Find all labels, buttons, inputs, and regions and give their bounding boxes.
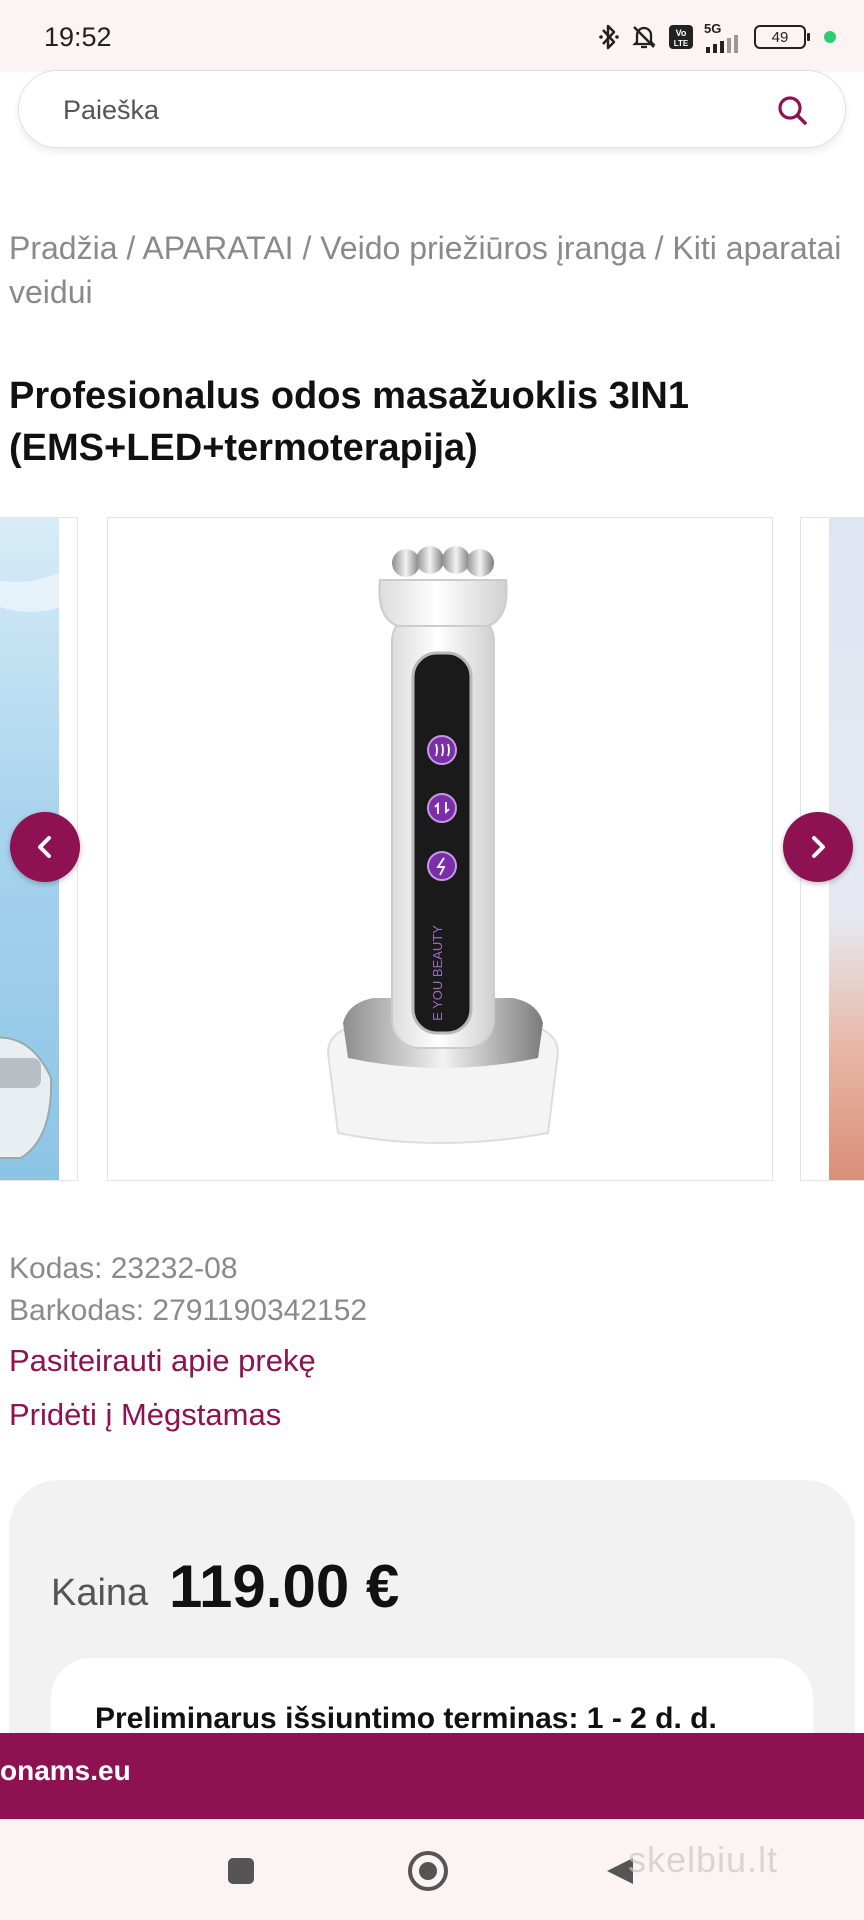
product-image: E YOU BEAUTY	[326, 546, 560, 1144]
search-icon[interactable]	[775, 93, 809, 127]
home-button[interactable]	[406, 1849, 450, 1893]
product-barcode: Barkodas: 2791190342152	[9, 1294, 368, 1327]
status-bar: 19:52 Vo LTE 5G 49	[0, 0, 864, 72]
search-bar[interactable]	[18, 70, 846, 148]
bluetooth-icon	[599, 24, 619, 50]
recents-icon	[228, 1858, 254, 1884]
product-gallery: E YOU BEAUTY	[0, 515, 864, 1183]
battery-icon: 49	[754, 25, 810, 49]
breadcrumb: Pradžia / APARATAI / Veido priežiūros įr…	[9, 226, 849, 314]
search-input[interactable]	[63, 93, 743, 127]
breadcrumb-aparatai[interactable]: APARATAI	[142, 230, 293, 266]
svg-text:Vo: Vo	[676, 28, 687, 38]
price-label: Kaina	[51, 1572, 149, 1614]
price-value: 119.00 €	[169, 1553, 400, 1620]
product-brand-text: E YOU BEAUTY	[430, 925, 445, 1021]
battery-level: 49	[771, 28, 789, 46]
carousel-prev-button[interactable]	[10, 812, 80, 882]
signal-icon: 5G	[704, 22, 744, 53]
product-meta: Kodas: 23232-08 Barkodas: 2791190342152	[9, 1248, 367, 1332]
breadcrumb-separator: /	[293, 230, 321, 266]
watermark: skelbiu.lt	[628, 1839, 779, 1880]
recents-button[interactable]	[219, 1849, 263, 1893]
status-icons: Vo LTE 5G 49	[598, 22, 836, 53]
breadcrumb-face-care[interactable]: Veido priežiūros įranga	[320, 230, 646, 266]
bottom-banner[interactable]: onams.eu	[0, 1733, 864, 1819]
green-dot	[824, 31, 836, 43]
breadcrumb-home[interactable]: Pradžia	[9, 230, 118, 266]
navigation-bar: skelbiu.lt	[0, 1819, 864, 1920]
product-code: Kodas: 23232-08	[9, 1252, 238, 1285]
shipping-term: Preliminarus išsiuntimo terminas: 1 - 2 …	[95, 1702, 717, 1735]
bell-off-icon	[632, 26, 656, 49]
add-to-favorites-link[interactable]: Pridėti į Mėgstamas	[9, 1397, 281, 1433]
carousel-next-button[interactable]	[783, 812, 853, 882]
breadcrumb-separator: /	[117, 230, 143, 266]
inquire-link[interactable]: Pasiteirauti apie prekę	[9, 1343, 316, 1379]
network-label: 5G	[704, 20, 722, 36]
gallery-slide-main[interactable]: E YOU BEAUTY	[107, 517, 773, 1181]
svg-text:LTE: LTE	[674, 39, 689, 48]
home-icon	[408, 1851, 448, 1891]
status-time: 19:52	[44, 22, 112, 52]
chevron-left-icon	[38, 836, 51, 858]
page-title: Profesionalus odos masažuoklis 3IN1 (EMS…	[9, 375, 689, 469]
volte-icon: VoLTE	[669, 25, 693, 49]
banner-text: onams.eu	[0, 1755, 131, 1786]
chevron-right-icon	[812, 836, 825, 858]
breadcrumb-separator: /	[645, 230, 673, 266]
